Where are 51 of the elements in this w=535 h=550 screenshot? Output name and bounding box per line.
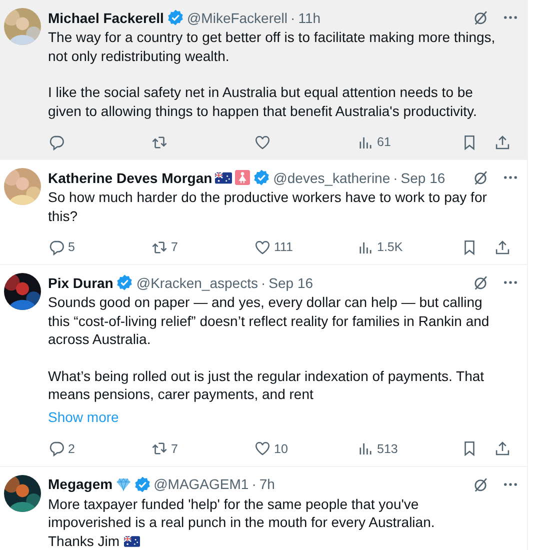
slashed-circle-icon[interactable] [472,476,489,492]
separator-dot: · [260,274,266,290]
female-sign-icon [235,170,250,185]
user-handle[interactable]: @Kracken_aspects [136,274,258,290]
tweet-card[interactable] [0,0,527,160]
reply-icon[interactable] [48,440,65,457]
share-icon[interactable] [494,440,511,457]
view-count: 1.5K [377,240,403,254]
post-text: More taxpayer funded 'help' for the same people that you've impoverished is a real punch in the mouth for every Australian. Thanks Jim [48,494,436,550]
view-count: 61 [377,135,391,149]
post-time[interactable]: Sep 16 [268,274,314,290]
view-count: 513 [377,442,398,456]
slashed-circle-icon[interactable] [472,9,489,26]
share-icon[interactable] [494,238,511,256]
slashed-circle-icon[interactable] [472,274,489,291]
separator-dot: · [252,476,256,492]
user-name[interactable]: Michael Fackerell [48,10,164,26]
flag-icon [124,536,140,546]
like-count: 10 [274,442,288,456]
heart-icon[interactable] [254,238,271,256]
user-handle[interactable]: @deves_katherine [273,170,390,186]
post-text: What’s being rolled out is just the regular indexation of payments. That means pensions, carer payments, and rent [48,366,486,404]
user-name[interactable]: Katherine Deves Morgan [48,170,212,186]
reply-icon[interactable] [48,134,65,150]
reply-count: 2 [68,442,75,456]
post-time[interactable]: Sep 16 [400,170,446,186]
post-text: I like the social safety net in Australia but equal attention needs to be given to allowing things to happen that benefit Australia's productivity. [48,83,478,120]
user-handle[interactable]: @MikeFackerell [186,10,288,26]
flag-icon [215,172,232,184]
heart-icon[interactable] [254,134,271,150]
user-name[interactable]: Megagem [48,476,113,492]
slashed-circle-icon[interactable] [472,169,489,186]
user-name[interactable]: Pix Duran [48,274,114,290]
post-text: Sounds good on paper — and yes, every dollar can help — but calling this “cost-of-living relief” doesn’t reflect reality for families in Rankin and across Australia. [48,293,490,348]
repost-count: 7 [171,442,178,456]
tweet-card[interactable]: Megagem @MAGAGEM1 · 7h More taxpayer funded 'help' for the same people that you've impoverished is a real punch in the mouth for every Australian. Thanks Jim [0,466,527,550]
post-text: The way for a country to get better off is to facilitate making more things, not only redistributing wealth. [48,28,496,65]
post-time[interactable]: 7h [259,476,275,492]
share-icon[interactable] [494,134,511,150]
reply-icon[interactable] [48,238,65,256]
post-text: So how much harder do the productive workers have to work to pay for this? [48,188,488,225]
reply-count: 5 [68,240,75,254]
separator-dot: · [290,10,296,26]
repost-count: 7 [171,240,178,254]
heart-icon[interactable] [254,440,271,457]
repost-icon[interactable] [151,440,168,457]
separator-dot: · [393,170,398,186]
like-count: 111 [274,240,294,254]
diamond-icon [116,476,131,492]
user-handle[interactable]: @MAGAGEM1 [154,476,249,492]
post-time[interactable]: 11h [298,10,321,26]
